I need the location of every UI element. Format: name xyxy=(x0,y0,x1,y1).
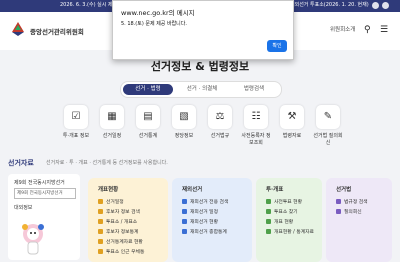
top-ticker-right[interactable]: 재외선거 투표소(2026. 1. 20. 현재) xyxy=(290,1,369,8)
card-count-status: 개표현황 선거일정 후보자 정보 검색 투표소 / 개표소 후보자 정보통계 선… xyxy=(88,178,168,262)
logo-text[interactable]: 중앙선거관리위원회 xyxy=(30,26,84,36)
card-heading: 투·개표 xyxy=(266,187,284,193)
tab-election-law[interactable]: 선거 · 법령 xyxy=(123,84,173,95)
card-heading: 선거법 xyxy=(336,187,352,193)
list-item[interactable]: 투표소 찾기 xyxy=(266,208,314,218)
list-item[interactable]: 개표현황 / 통계자료 xyxy=(266,228,314,238)
list-item[interactable]: 투표소 / 개표소 xyxy=(98,218,144,228)
quick-stats[interactable]: ▤ 선거통계 xyxy=(132,105,164,139)
card-list: 선거일정 후보자 정보 검색 투표소 / 개표소 후보자 정보통계 선거통계자료… xyxy=(98,198,144,258)
next-icon[interactable] xyxy=(382,2,389,9)
quick-vote-info[interactable]: ☑ 투·개표 정보 xyxy=(60,105,92,139)
chart-icon: ▤ xyxy=(136,105,160,129)
list-item[interactable]: 투표소 인근 우체통 xyxy=(98,248,144,258)
card-heading: 재외선거 xyxy=(182,187,203,193)
section-subtitle: 선거자료 · 투 · 개표 · 선거통계 등 선거정보를 사용합니다. xyxy=(46,160,168,166)
ok-button[interactable]: 확인 xyxy=(267,40,287,52)
card-list: 재외선거 전용 검색 재외선거 일정 재외선거 현황 재외선거 종합통계 xyxy=(182,198,228,238)
quick-menu: ☑ 투·개표 정보 ▦ 선거일정 ▤ 선거통계 ▧ 정당정보 ⚖ 선거법규 ☷ 사전등록자 … xyxy=(60,105,350,150)
quick-register[interactable]: ☷ 사전등록자 정보조회 xyxy=(240,105,272,146)
list-item[interactable]: 질의회신 xyxy=(336,208,368,218)
card-overseas: 재외선거 재외선거 전용 검색 재외선거 일정 재외선거 현황 재외선거 종합통… xyxy=(172,178,252,262)
election-heading: 제9회 전국동시지방선거 xyxy=(14,180,65,186)
quick-party[interactable]: ▧ 정당정보 xyxy=(168,105,200,139)
list-item[interactable]: 재외선거 일정 xyxy=(182,208,228,218)
tab-law-search[interactable]: 법령검색 xyxy=(229,84,279,95)
nav-about[interactable]: 위원회소개 xyxy=(330,25,355,33)
quick-law-data[interactable]: ⚒ 법령자료 xyxy=(276,105,308,139)
search-icon[interactable]: ⚲ xyxy=(364,25,374,35)
card-list: 사전투표 현황 투표소 찾기 개표 현황 개표현황 / 통계자료 xyxy=(266,198,314,238)
list-item[interactable]: 법규정 검색 xyxy=(336,198,368,208)
menu-icon[interactable]: ☰ xyxy=(380,25,390,35)
alert-dialog: www.nec.go.kr의 메시지 5. 18.(토) 문제 제공 바랍니다.… xyxy=(112,0,294,60)
external-info-link[interactable]: 대외정보 xyxy=(14,204,32,211)
card-list: 법규정 검색 질의회신 xyxy=(336,198,368,218)
list-item[interactable]: 재외선거 종합통계 xyxy=(182,228,228,238)
card-election-law: 선거법 법규정 검색 질의회신 xyxy=(326,178,392,262)
list-item[interactable]: 선거통계자료 현황 xyxy=(98,238,144,248)
section-title: 선거자료 xyxy=(8,159,34,167)
tab-election-body[interactable]: 선거 · 의결체 xyxy=(177,84,227,95)
card-voting: 투·개표 사전투표 현황 투표소 찾기 개표 현황 개표현황 / 통계자료 xyxy=(256,178,322,262)
dialog-title: www.nec.go.kr의 메시지 xyxy=(121,9,195,17)
calendar-icon: ▦ xyxy=(100,105,124,129)
ballot-icon: ☑ xyxy=(64,105,88,129)
page-title: 선거정보 & 법령정보 xyxy=(150,60,250,73)
qa-icon: ✎ xyxy=(316,105,340,129)
pause-icon[interactable] xyxy=(372,2,379,9)
quick-qa[interactable]: ✎ 선거법 질의회신 xyxy=(312,105,344,146)
card-heading: 개표현황 xyxy=(98,187,119,193)
election-select[interactable]: 제9회 전국동시지방선거 xyxy=(14,188,76,199)
list-item[interactable]: 사전투표 현황 xyxy=(266,198,314,208)
quick-law[interactable]: ⚖ 선거법규 xyxy=(204,105,236,139)
quick-schedule[interactable]: ▦ 선거일정 xyxy=(96,105,128,139)
list-item[interactable]: 후보자 정보 검색 xyxy=(98,208,144,218)
list-item[interactable]: 재외선거 현황 xyxy=(182,218,228,228)
id-icon: ☷ xyxy=(244,105,268,129)
gavel-icon: ⚒ xyxy=(280,105,304,129)
list-item[interactable]: 재외선거 전용 검색 xyxy=(182,198,228,208)
list-item[interactable]: 후보자 정보통계 xyxy=(98,228,144,238)
dialog-message: 5. 18.(토) 문제 제공 바랍니다. xyxy=(121,21,187,27)
list-item[interactable]: 개표 현황 xyxy=(266,218,314,228)
tab-group: 선거 · 법령 선거 · 의결체 법령검색 xyxy=(120,81,282,98)
logo-icon[interactable] xyxy=(10,20,26,38)
mascot-image xyxy=(22,224,44,255)
list-item[interactable]: 선거일정 xyxy=(98,198,144,208)
law-icon: ⚖ xyxy=(208,105,232,129)
book-icon: ▧ xyxy=(172,105,196,129)
